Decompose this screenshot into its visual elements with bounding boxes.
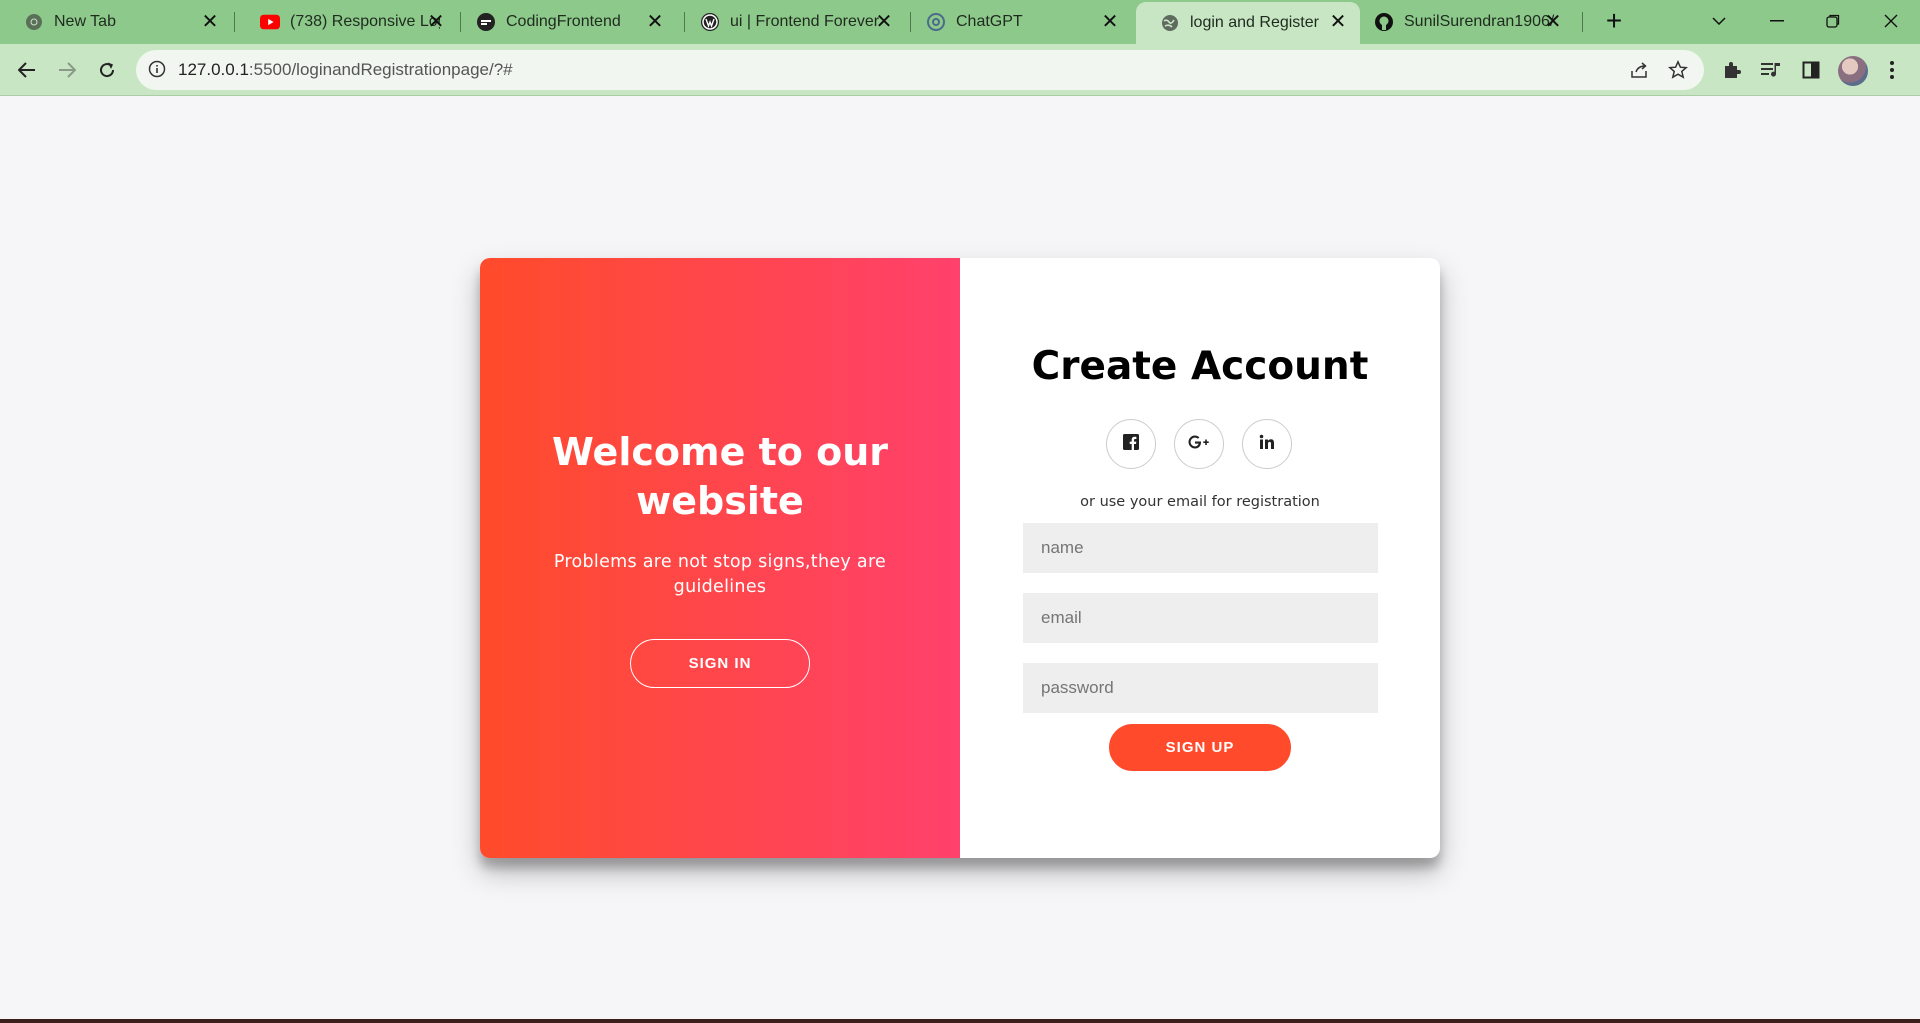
taskbar-edge — [0, 1019, 1920, 1023]
minimize-icon[interactable] — [1762, 6, 1792, 36]
browser-toolbar: 127.0.0.1:5500/loginandRegistrationpage/… — [0, 44, 1920, 96]
tab-youtube[interactable]: (738) Responsive Login ✕ — [236, 0, 458, 44]
name-field[interactable] — [1023, 523, 1378, 573]
tab-new-tab[interactable]: New Tab ✕ — [0, 0, 232, 44]
more-menu-icon[interactable] — [1878, 56, 1906, 84]
extensions-puzzle-icon[interactable] — [1718, 56, 1746, 84]
tab-title: ChatGPT — [956, 13, 1023, 30]
linkedin-button[interactable] — [1242, 419, 1292, 469]
restore-icon[interactable] — [1818, 6, 1848, 36]
close-icon[interactable]: ✕ — [1100, 12, 1120, 32]
google-plus-button[interactable] — [1174, 419, 1224, 469]
auth-card: Welcome to our website Problems are not … — [480, 258, 1440, 858]
codingfrontend-icon — [476, 12, 496, 32]
tab-frontend-forever[interactable]: ui | Frontend Forever ✕ — [676, 0, 906, 44]
tab-title: login and Register — [1190, 14, 1319, 31]
chrome-icon — [24, 12, 44, 32]
password-field[interactable] — [1023, 663, 1378, 713]
create-account-form: Create Account or use your email for reg… — [960, 258, 1440, 858]
share-icon[interactable] — [1628, 58, 1652, 82]
tab-codingfrontend[interactable]: CodingFrontend ✕ — [452, 0, 677, 44]
welcome-title: Welcome to our website — [552, 430, 888, 523]
close-icon[interactable]: ✕ — [645, 12, 665, 32]
tab-login-and-register[interactable]: login and Register ✕ — [1136, 2, 1360, 44]
tab-separator — [1582, 12, 1583, 32]
youtube-icon — [260, 12, 280, 32]
tab-chatgpt[interactable]: ChatGPT ✕ — [902, 0, 1132, 44]
tab-title: ui | Frontend Forever — [730, 13, 880, 30]
profile-avatar[interactable] — [1838, 56, 1868, 86]
forward-arrow-icon[interactable] — [51, 54, 83, 86]
email-field[interactable] — [1023, 593, 1378, 643]
window-close-icon[interactable] — [1876, 6, 1906, 36]
sign-up-button[interactable]: SIGN UP — [1109, 724, 1291, 771]
back-arrow-icon[interactable] — [11, 54, 43, 86]
close-icon[interactable]: ✕ — [874, 12, 894, 32]
chatgpt-icon — [926, 12, 946, 32]
tab-github[interactable]: SunilSurendran1906/l ✕ — [1350, 0, 1575, 44]
media-queue-icon[interactable] — [1757, 56, 1785, 84]
url-path: :5500/loginandRegistrationpage/?# — [248, 60, 513, 79]
tab-title: New Tab — [54, 13, 116, 30]
tab-title: CodingFrontend — [506, 13, 621, 30]
wordpress-icon — [700, 12, 720, 32]
sign-in-button[interactable]: SIGN IN — [630, 639, 810, 688]
url-host: 127.0.0.1 — [178, 60, 249, 79]
linkedin-icon — [1259, 434, 1275, 455]
address-bar[interactable]: 127.0.0.1:5500/loginandRegistrationpage/… — [136, 50, 1704, 90]
github-icon — [1374, 12, 1394, 32]
info-icon[interactable] — [148, 60, 168, 80]
globe-icon — [1160, 13, 1180, 33]
new-tab-button[interactable]: + — [1600, 7, 1628, 36]
facebook-icon — [1123, 433, 1139, 455]
side-panel-icon[interactable] — [1797, 56, 1825, 84]
registration-hint: or use your email for registration — [1080, 494, 1320, 510]
url-text: 127.0.0.1:5500/loginandRegistrationpage/… — [178, 60, 513, 80]
close-icon[interactable]: ✕ — [426, 12, 446, 32]
browser-tabstrip: New Tab ✕ (738) Responsive Login ✕ Codin… — [0, 0, 1920, 44]
welcome-panel: Welcome to our website Problems are not … — [480, 258, 960, 858]
close-icon[interactable]: ✕ — [200, 12, 220, 32]
tab-title: SunilSurendran1906/l — [1404, 13, 1554, 30]
tab-title: (738) Responsive Login — [290, 13, 440, 30]
close-icon[interactable]: ✕ — [1328, 12, 1348, 32]
tab-separator — [234, 12, 235, 32]
form-title: Create Account — [1031, 344, 1369, 389]
google-plus-icon — [1187, 434, 1211, 455]
bookmark-star-icon[interactable] — [1666, 58, 1690, 82]
tab-search-chevron-icon[interactable] — [1704, 6, 1734, 36]
facebook-button[interactable] — [1106, 419, 1156, 469]
close-icon[interactable]: ✕ — [1543, 12, 1563, 32]
welcome-subtitle: Problems are not stop signs,they are gui… — [553, 552, 887, 597]
reload-icon[interactable] — [91, 54, 123, 86]
